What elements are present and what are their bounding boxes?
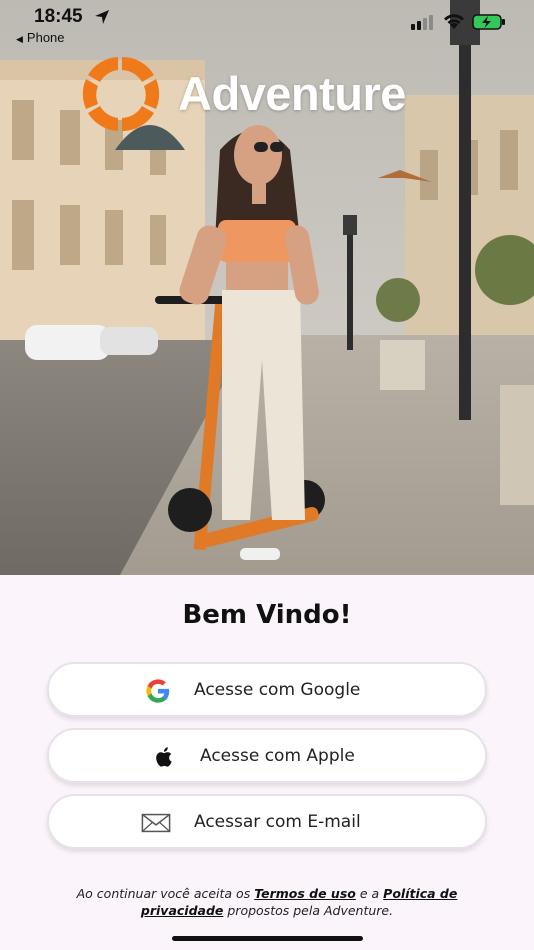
terms-prefix: Ao continuar você aceita os	[76, 886, 251, 901]
terms-of-use-link[interactable]: Termos de uso	[254, 886, 356, 901]
battery-charging-icon	[472, 14, 505, 30]
email-login-button[interactable]: Acessar com E-mail	[47, 794, 487, 849]
apple-login-label: Acesse com Apple	[200, 746, 355, 766]
envelope-icon	[141, 813, 171, 833]
signal-icon	[411, 15, 433, 30]
status-time: 18:45	[34, 6, 83, 27]
google-login-button[interactable]: Acesse com Google	[47, 662, 487, 717]
terms-middle: e a	[359, 886, 380, 901]
email-login-label: Acessar com E-mail	[194, 812, 361, 832]
google-icon	[146, 679, 170, 703]
adventure-logo-icon	[82, 56, 160, 132]
back-app-label: Phone	[26, 30, 65, 45]
back-to-app-link[interactable]: ◀ Phone	[16, 30, 65, 45]
status-bar: 18:45 ◀ Phone	[0, 0, 534, 50]
wifi-icon	[444, 14, 464, 29]
location-arrow-icon	[95, 10, 109, 24]
google-login-label: Acesse com Google	[194, 680, 361, 700]
brand-name: Adventure	[178, 67, 406, 120]
home-indicator[interactable]	[172, 936, 363, 941]
back-arrow-icon: ◀	[16, 34, 23, 44]
apple-login-button[interactable]: Acesse com Apple	[47, 728, 487, 783]
terms-notice: Ao continuar você aceita os Termos de us…	[60, 885, 474, 919]
apple-icon	[156, 747, 172, 767]
terms-suffix: propostos pela Adventure.	[227, 903, 394, 918]
welcome-title: Bem Vindo!	[182, 600, 352, 630]
